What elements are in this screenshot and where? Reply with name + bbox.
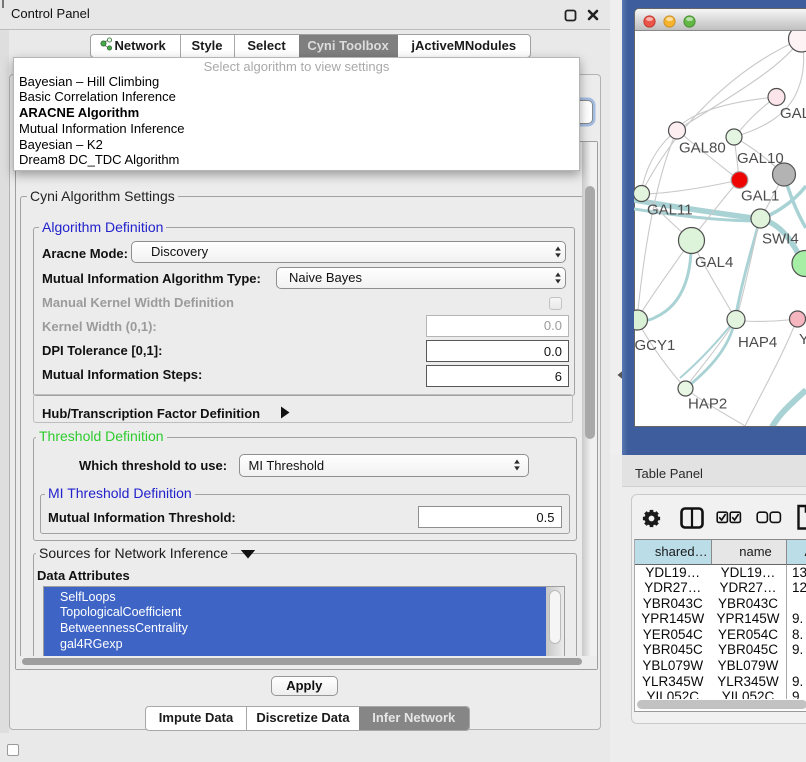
svg-text:SWI4: SWI4: [762, 231, 799, 248]
svg-text:GAL10: GAL10: [737, 150, 784, 167]
svg-text:HAP2: HAP2: [688, 396, 727, 413]
svg-text:GAL4: GAL4: [695, 254, 733, 271]
svg-text:GAL11: GAL11: [647, 202, 693, 219]
svg-text:HAP4: HAP4: [738, 334, 777, 351]
svg-text:GAL1: GAL1: [741, 188, 779, 205]
svg-text:GAL7: GAL7: [780, 105, 806, 122]
svg-text:YL: YL: [799, 331, 806, 348]
svg-text:GCY1: GCY1: [635, 337, 676, 354]
svg-text:GAL80: GAL80: [679, 140, 726, 157]
